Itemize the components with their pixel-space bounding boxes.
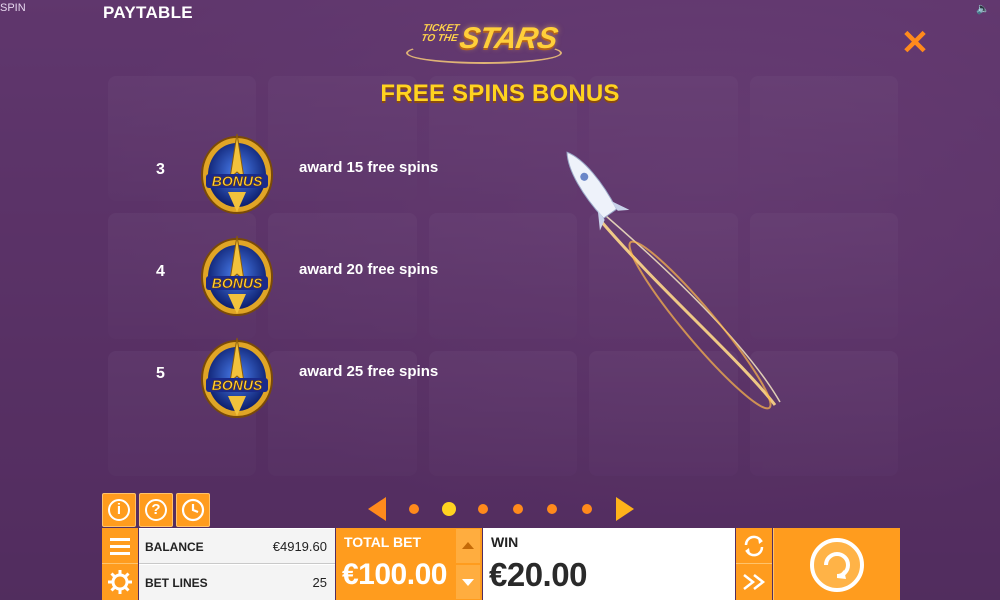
logo-word: STARS (457, 22, 560, 55)
menu-button[interactable] (102, 529, 138, 564)
logo-line2: TO THE (420, 33, 459, 44)
balance-panel: BALANCE €4919.60 BET LINES 25 (139, 528, 335, 600)
close-icon: ✕ (900, 24, 930, 62)
page-title: PAYTABLE (103, 3, 193, 22)
page-dot-active[interactable] (442, 502, 456, 516)
payout-description: award 15 free spins (299, 159, 439, 176)
balance-value: €4919.60 (272, 539, 327, 554)
autoplay-button[interactable] (736, 529, 772, 564)
bonus-symbol-icon: BONUS (201, 337, 273, 418)
spin-button[interactable] (773, 528, 900, 600)
balance-row: BALANCE €4919.60 (139, 529, 335, 564)
page-dot[interactable] (409, 504, 419, 514)
betlines-row: BET LINES 25 (139, 565, 335, 600)
total-bet-value: €100.00 (342, 558, 447, 591)
symbol-count: 5 (156, 365, 165, 382)
payout-row: 5 BONUS award 25 free spins (150, 337, 450, 440)
previous-page-button[interactable] (368, 497, 386, 521)
settings-button[interactable] (102, 565, 138, 600)
help-button[interactable]: ? (139, 493, 173, 527)
info-icon: i (108, 499, 130, 521)
total-bet-panel: TOTAL BET €100.00 (336, 528, 482, 600)
betlines-label: BET LINES (145, 576, 208, 590)
payout-row: 4 BONUS award 20 free spins (150, 235, 450, 338)
next-page-button[interactable] (616, 497, 634, 521)
gear-icon (108, 570, 132, 594)
symbol-count: 3 (156, 161, 165, 178)
fast-forward-icon (743, 574, 766, 590)
fast-play-button[interactable] (736, 565, 772, 600)
symbol-count: 4 (156, 263, 165, 280)
autoplay-icon (744, 535, 764, 557)
payout-description: award 25 free spins (299, 363, 439, 380)
page-dot[interactable] (547, 504, 557, 514)
bonus-symbol-label: BONUS (212, 377, 263, 393)
bet-increase-button[interactable] (456, 529, 480, 563)
spin-icon (824, 552, 850, 579)
bet-decrease-button[interactable] (456, 565, 480, 599)
spin-button-circle (810, 538, 864, 592)
page-dot[interactable] (513, 504, 523, 514)
sound-icon[interactable]: 🔈 (976, 2, 990, 15)
close-button[interactable]: ✕ (900, 26, 930, 60)
balance-label: BALANCE (145, 540, 204, 554)
rocket-icon (566, 151, 781, 410)
section-title: FREE SPINS BONUS (380, 80, 620, 107)
paytable-pagination (366, 495, 636, 523)
win-value: €20.00 (489, 556, 587, 593)
bonus-symbol-icon: BONUS (201, 235, 273, 316)
history-button[interactable] (176, 493, 210, 527)
menu-icon (110, 538, 130, 555)
right-control-column (736, 528, 772, 600)
bonus-symbol-icon: BONUS (201, 133, 273, 214)
betlines-value: 25 (312, 575, 327, 590)
payout-description: award 20 free spins (299, 261, 439, 278)
help-icon: ? (145, 499, 167, 521)
payout-row: 3 BONUS award 15 free spins (150, 133, 450, 236)
bonus-symbol-label: BONUS (212, 275, 263, 291)
page-dot[interactable] (478, 504, 488, 514)
spin-tag: SPIN (0, 2, 26, 14)
game-logo: TICKET TO THE STARS (404, 16, 564, 66)
page-dot[interactable] (582, 504, 592, 514)
bonus-symbol-label: BONUS (212, 173, 263, 189)
left-control-column (102, 528, 138, 600)
history-icon (181, 498, 205, 522)
total-bet-label: TOTAL BET (344, 534, 421, 550)
win-label: WIN (491, 534, 519, 550)
win-panel: WIN €20.00 (483, 528, 735, 600)
logo-subtitle: TICKET TO THE (420, 23, 460, 44)
info-button[interactable]: i (102, 493, 136, 527)
